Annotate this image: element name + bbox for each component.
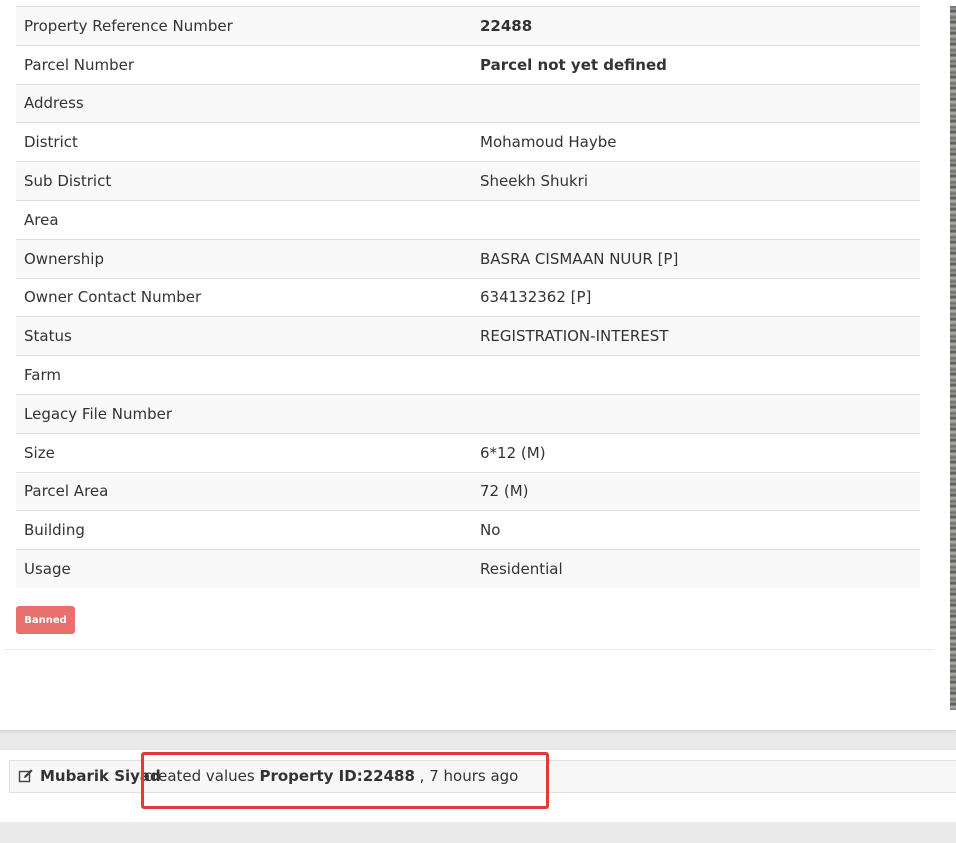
table-row: Usage Residential xyxy=(16,549,920,589)
table-row: Sub District Sheekh Shukri xyxy=(16,161,920,201)
row-label: Size xyxy=(16,432,472,473)
row-value: REGISTRATION-INTEREST xyxy=(472,316,920,356)
banned-status-button[interactable]: Banned xyxy=(16,606,75,634)
activity-description: created values Property ID:22488 , 7 hou… xyxy=(144,761,518,792)
row-value: Sheekh Shukri xyxy=(472,161,920,201)
row-label: Status xyxy=(16,316,472,356)
activity-time: , 7 hours ago xyxy=(419,767,519,785)
row-label: Address xyxy=(16,83,472,123)
row-label: Owner Contact Number xyxy=(16,277,472,317)
row-value xyxy=(472,83,920,123)
property-details-card: Property Reference Number 22488 Parcel N… xyxy=(0,0,956,731)
table-row: Size 6*12 (M) xyxy=(16,432,920,473)
row-value xyxy=(472,199,920,240)
activity-action: created values xyxy=(144,767,255,785)
row-value: 22488 xyxy=(472,6,920,46)
row-label: Legacy File Number xyxy=(16,393,472,434)
map-image xyxy=(950,6,956,710)
table-row: Status REGISTRATION-INTEREST xyxy=(16,316,920,356)
row-label: District xyxy=(16,122,472,162)
row-value: Residential xyxy=(472,549,920,589)
page: Property Reference Number 22488 Parcel N… xyxy=(0,0,956,843)
table-row: Parcel Number Parcel not yet defined xyxy=(16,44,920,85)
row-label: Building xyxy=(16,510,472,550)
row-value xyxy=(472,355,920,395)
row-label: Farm xyxy=(16,355,472,395)
table-row: Property Reference Number 22488 xyxy=(16,6,920,46)
table-row: Owner Contact Number 634132362 [P] xyxy=(16,277,920,317)
row-value: 634132362 [P] xyxy=(472,277,920,317)
table-row: Area xyxy=(16,199,920,240)
row-label: Property Reference Number xyxy=(16,6,472,46)
row-value: Mohamoud Haybe xyxy=(472,122,920,162)
row-label: Parcel Area xyxy=(16,471,472,511)
row-value xyxy=(472,393,920,434)
divider xyxy=(4,649,934,650)
table-row: Legacy File Number xyxy=(16,393,920,434)
activity-log-entry: Mubarik Siyad created values Property ID… xyxy=(9,760,956,793)
table-row: Address xyxy=(16,83,920,123)
row-label: Usage xyxy=(16,549,472,589)
row-label: Area xyxy=(16,199,472,240)
table-row: Building No xyxy=(16,510,920,550)
activity-user-link[interactable]: Mubarik Siyad xyxy=(40,761,161,792)
row-label: Sub District xyxy=(16,161,472,201)
row-value: No xyxy=(472,510,920,550)
row-label: Ownership xyxy=(16,238,472,279)
property-details-table: Property Reference Number 22488 Parcel N… xyxy=(16,6,920,589)
row-value: 72 (M) xyxy=(472,471,920,511)
table-row: Farm xyxy=(16,355,920,395)
table-row: Ownership BASRA CISMAAN NUUR [P] xyxy=(16,238,920,279)
edit-icon xyxy=(18,769,33,783)
table-row: District Mohamoud Haybe xyxy=(16,122,920,162)
row-value: Parcel not yet defined xyxy=(472,44,920,85)
row-label: Parcel Number xyxy=(16,44,472,85)
row-value: BASRA CISMAAN NUUR [P] xyxy=(472,238,920,279)
row-value: 6*12 (M) xyxy=(472,432,920,473)
table-row: Parcel Area 72 (M) xyxy=(16,471,920,511)
activity-target-link[interactable]: Property ID:22488 xyxy=(259,767,414,785)
